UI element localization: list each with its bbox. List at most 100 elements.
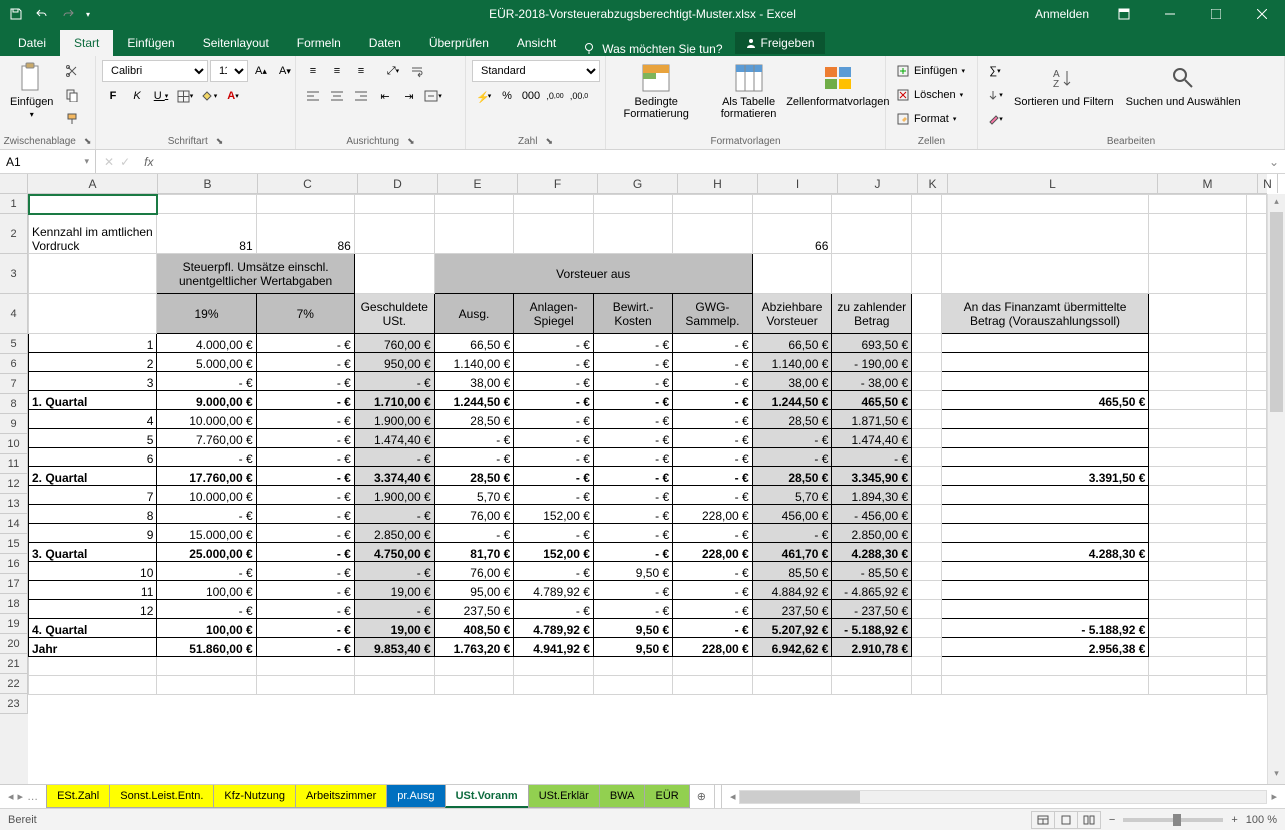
enter-formula-icon[interactable]: ✓ [120,155,130,169]
cell[interactable] [752,195,832,214]
cell[interactable]: 11 [29,581,157,600]
row-header[interactable]: 21 [0,654,28,674]
cell[interactable]: 66 [752,214,832,254]
cell[interactable]: - € [593,429,672,448]
cell[interactable] [1247,391,1267,410]
cell[interactable]: 1.894,30 € [832,486,912,505]
cell[interactable] [1149,676,1247,695]
cell[interactable]: 9.853,40 € [354,638,434,657]
cell[interactable] [832,195,912,214]
cell[interactable]: - 85,50 € [832,562,912,581]
insert-cells-button[interactable]: Einfügen ▾ [892,60,969,82]
cell[interactable] [912,524,941,543]
cell[interactable]: - € [593,391,672,410]
qat-customize[interactable]: ▾ [82,2,94,26]
column-header[interactable]: J [838,174,918,193]
cell[interactable]: 237,50 € [434,600,514,619]
cell[interactable] [673,214,753,254]
cell[interactable]: - € [256,372,354,391]
cell[interactable]: - € [256,543,354,562]
cell[interactable]: GWG-Sammelp. [673,294,753,334]
cell[interactable]: 100,00 € [157,581,256,600]
cell[interactable] [1149,524,1247,543]
cell[interactable] [1247,524,1267,543]
cell[interactable]: 25.000,00 € [157,543,256,562]
cell[interactable]: 7 [29,486,157,505]
spreadsheet-grid[interactable]: ABCDEFGHIJKLMN 1234567891011121314151617… [0,174,1285,784]
cell[interactable] [912,294,941,334]
cell[interactable]: 1.140,00 € [752,353,832,372]
column-header[interactable]: F [518,174,598,193]
share-button[interactable]: Freigeben [735,32,825,54]
cell[interactable]: - € [514,524,594,543]
cell[interactable]: - € [256,467,354,486]
cell[interactable] [157,676,256,695]
cell[interactable] [941,448,1149,467]
cell[interactable] [912,619,941,638]
tab-review[interactable]: Überprüfen [415,30,503,56]
cell[interactable] [354,676,434,695]
cell[interactable] [1149,486,1247,505]
cell[interactable]: - € [593,467,672,486]
cell[interactable]: - € [673,486,753,505]
row-header[interactable]: 11 [0,454,28,474]
cell[interactable]: 9,50 € [593,638,672,657]
cell[interactable]: - € [673,448,753,467]
cell[interactable] [912,562,941,581]
cell[interactable] [514,676,594,695]
cell[interactable]: 4.941,92 € [514,638,594,657]
cell[interactable]: - € [354,505,434,524]
cell[interactable] [941,505,1149,524]
cell[interactable]: 9 [29,524,157,543]
cell[interactable]: 1.474,40 € [832,429,912,448]
fill-button[interactable]: ▾ [984,84,1006,106]
cell[interactable] [1247,619,1267,638]
cell[interactable]: 5,70 € [434,486,514,505]
row-header[interactable]: 4 [0,294,28,334]
cell[interactable] [1149,505,1247,524]
cell[interactable] [1149,581,1247,600]
cell[interactable] [832,254,912,294]
cell[interactable]: - € [157,448,256,467]
percent-button[interactable]: % [496,85,518,107]
column-header[interactable]: H [678,174,758,193]
tab-file[interactable]: Datei [4,30,60,56]
cell[interactable]: 51.860,00 € [157,638,256,657]
cell[interactable]: - € [673,562,753,581]
add-sheet-button[interactable]: ⊕ [689,785,714,808]
cell[interactable] [941,195,1149,214]
cell[interactable]: - € [752,429,832,448]
cell[interactable] [1247,353,1267,372]
cell[interactable]: - € [514,448,594,467]
cell[interactable]: - € [673,353,753,372]
cell[interactable]: 4.000,00 € [157,334,256,353]
cell[interactable] [1149,195,1247,214]
cell[interactable]: 76,00 € [434,562,514,581]
increase-decimal-button[interactable]: ,0,00 [544,85,566,107]
column-header[interactable]: I [758,174,838,193]
cell[interactable]: - € [593,524,672,543]
cell[interactable]: 38,00 € [752,372,832,391]
cell[interactable]: - € [256,334,354,353]
cell[interactable]: 28,50 € [434,467,514,486]
cell[interactable]: Geschuldete USt. [354,294,434,334]
cell[interactable]: - € [256,600,354,619]
horizontal-scrollbar[interactable]: ◂▸ [722,785,1285,808]
tab-insert[interactable]: Einfügen [113,30,188,56]
tab-data[interactable]: Daten [355,30,415,56]
cell[interactable]: 2.910,78 € [832,638,912,657]
row-header[interactable]: 9 [0,414,28,434]
borders-button[interactable]: ▾ [174,85,196,107]
cell[interactable]: - € [514,600,594,619]
cell[interactable]: 9,50 € [593,619,672,638]
sheet-tab[interactable]: BWA [599,785,646,808]
row-header[interactable]: 15 [0,534,28,554]
cell[interactable] [514,657,594,676]
cell[interactable] [1149,334,1247,353]
cell[interactable]: 17.760,00 € [157,467,256,486]
cell[interactable] [1247,505,1267,524]
cell[interactable] [941,214,1149,254]
cell[interactable] [1247,467,1267,486]
cell[interactable]: 760,00 € [354,334,434,353]
paste-button[interactable]: Einfügen▾ [6,60,57,121]
